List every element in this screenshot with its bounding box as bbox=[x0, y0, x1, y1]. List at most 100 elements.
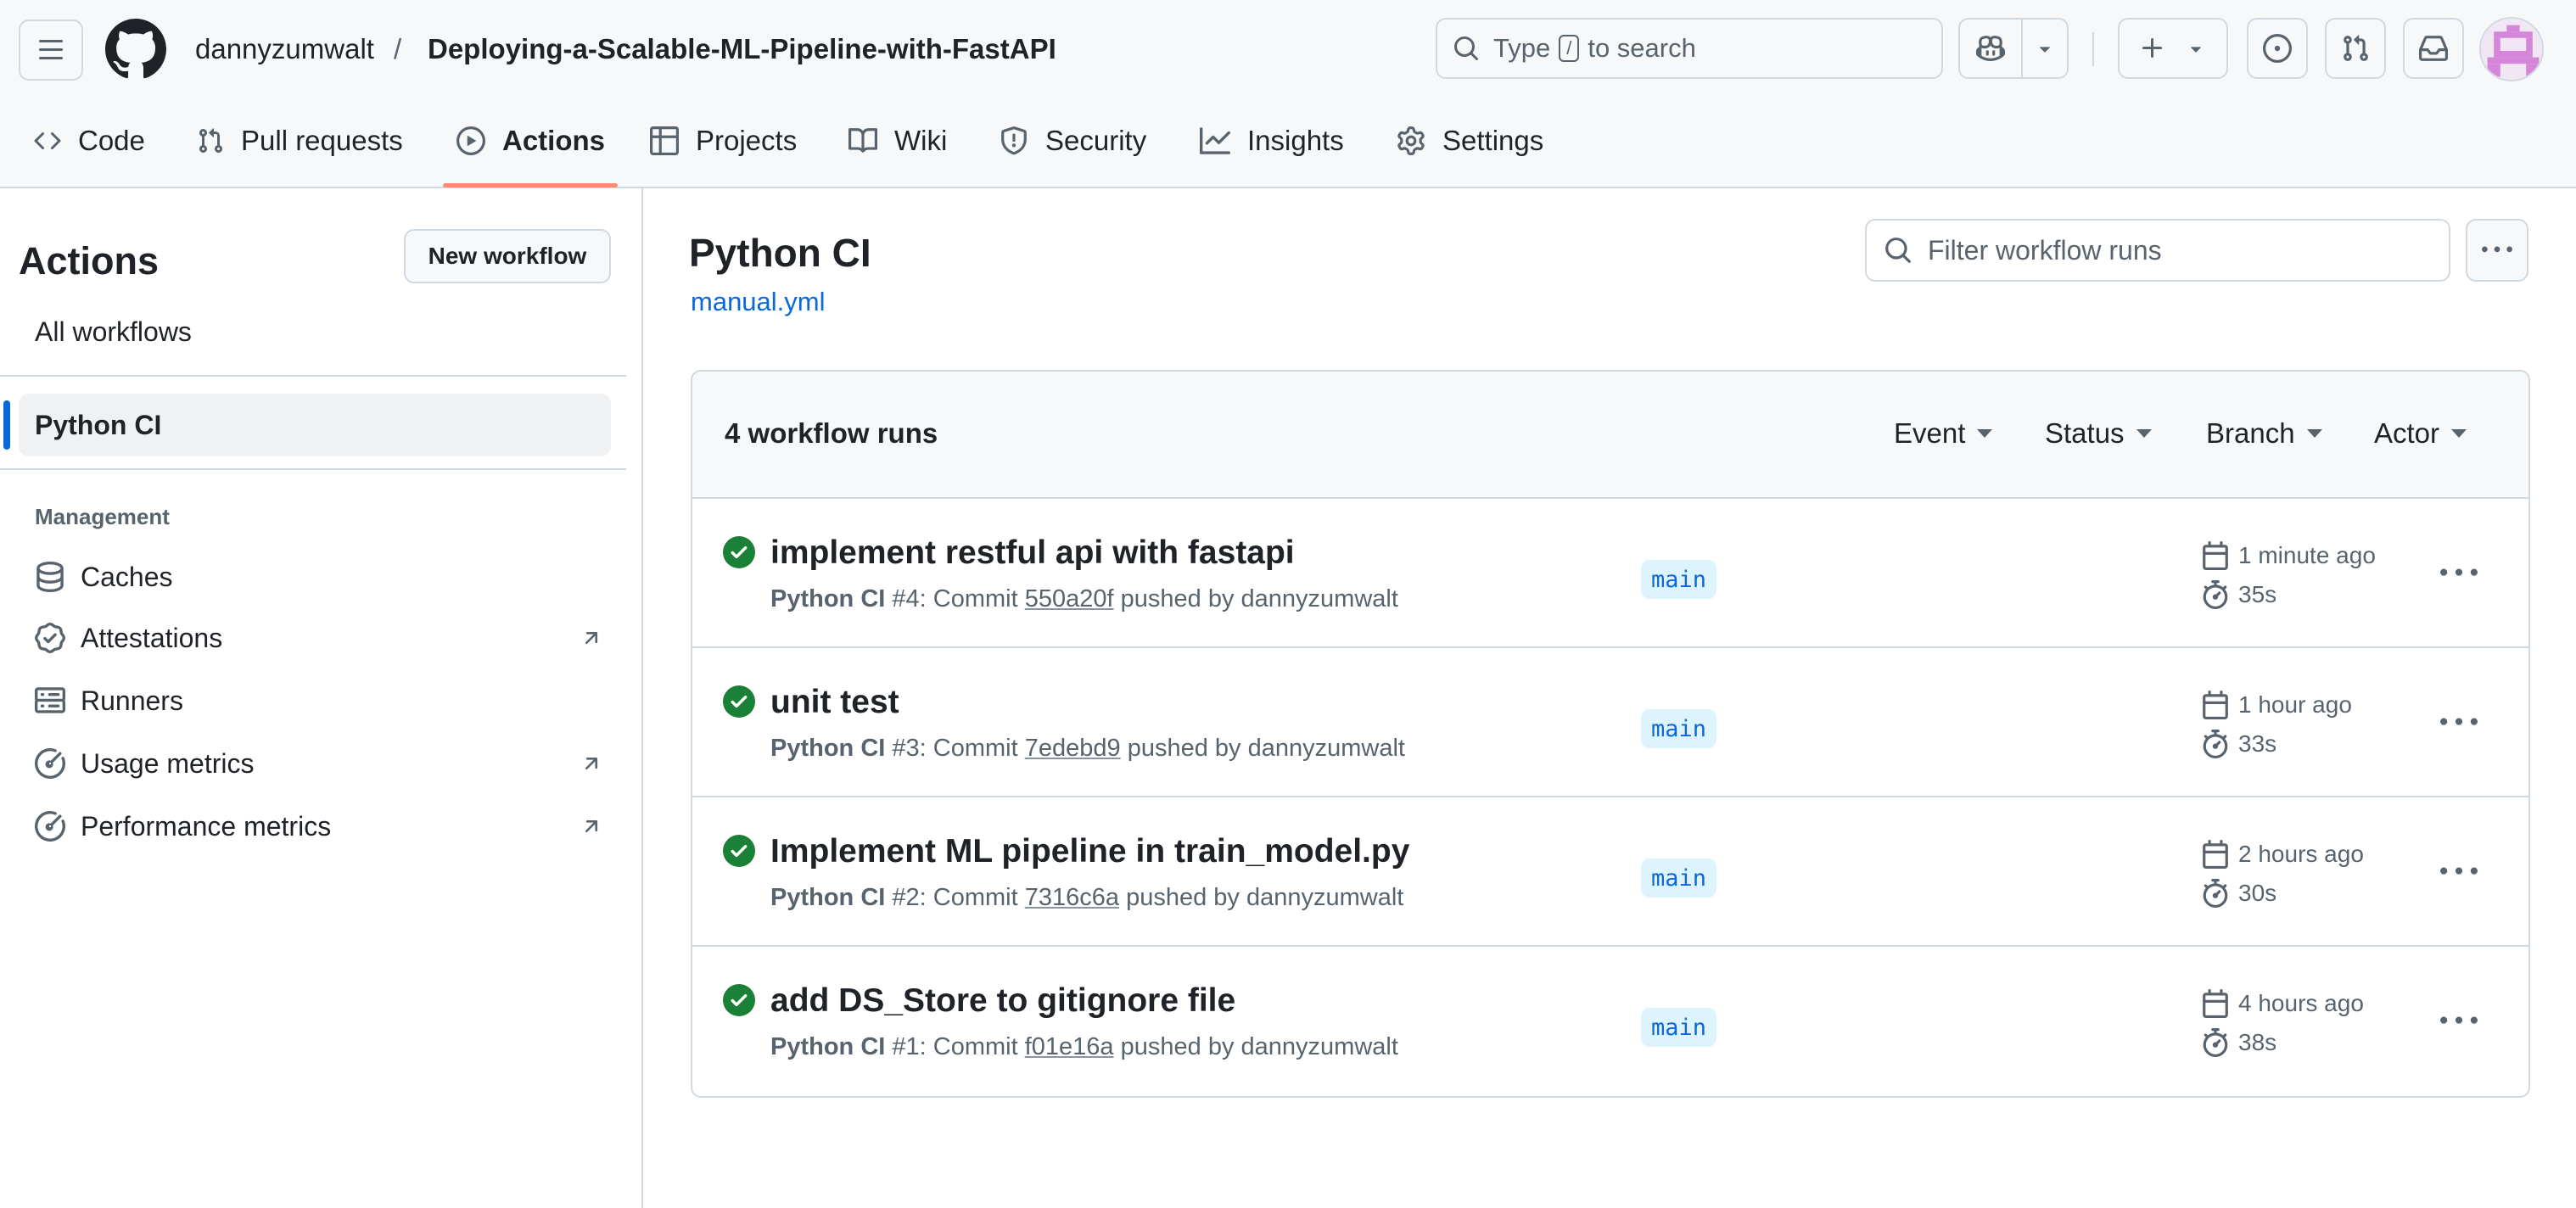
branch-label[interactable]: main bbox=[1641, 1008, 1717, 1047]
calendar-icon bbox=[2201, 541, 2230, 570]
copilot-dropdown-button[interactable] bbox=[2023, 20, 2067, 77]
run-number: #3 bbox=[892, 735, 920, 762]
status-filter-label: Status bbox=[2045, 417, 2125, 449]
triangle-down-icon bbox=[2136, 429, 2152, 438]
global-search-input[interactable]: Type / to search bbox=[1436, 18, 1943, 79]
workflow-menu-button[interactable] bbox=[2466, 219, 2528, 282]
commit-sha-link[interactable]: 7316c6a bbox=[1025, 884, 1119, 911]
triangle-down-icon bbox=[1977, 429, 1993, 438]
run-title[interactable]: Implement ML pipeline in train_model.py bbox=[770, 831, 1409, 872]
workflow-run-row[interactable]: Implement ML pipeline in train_model.py … bbox=[692, 797, 2528, 947]
run-workflow-name: Python CI bbox=[770, 884, 886, 911]
create-new-button[interactable] bbox=[2118, 18, 2228, 79]
run-title[interactable]: implement restful api with fastapi bbox=[770, 533, 1295, 573]
run-meta: Python CI #3: Commit 7edebd9 pushed by d… bbox=[770, 735, 1405, 762]
workflow-run-row[interactable]: add DS_Store to gitignore file Python CI… bbox=[692, 947, 2528, 1096]
your-issues-button[interactable] bbox=[2247, 18, 2308, 79]
meter-icon bbox=[35, 748, 65, 779]
arrow-up-right-icon bbox=[580, 814, 603, 838]
sidebar-item-label: Performance metrics bbox=[81, 810, 332, 842]
notifications-button[interactable] bbox=[2403, 18, 2464, 79]
run-author[interactable]: dannyzumwalt bbox=[1248, 735, 1405, 762]
status-filter-dropdown[interactable]: Status bbox=[2045, 417, 2152, 450]
run-workflow-name: Python CI bbox=[770, 585, 886, 612]
run-meta: Python CI #2: Commit 7316c6a pushed by d… bbox=[770, 884, 1404, 911]
triangle-down-icon bbox=[2451, 429, 2467, 438]
meter-icon bbox=[35, 811, 65, 842]
actor-filter-dropdown[interactable]: Actor bbox=[2374, 417, 2467, 450]
sidebar-item-all-workflows[interactable]: All workflows bbox=[35, 312, 192, 351]
commit-sha-link[interactable]: 550a20f bbox=[1025, 585, 1114, 612]
branch-label[interactable]: main bbox=[1641, 858, 1717, 898]
run-author[interactable]: dannyzumwalt bbox=[1241, 1033, 1398, 1060]
sidebar-item-label: Caches bbox=[81, 561, 173, 592]
kebab-horizontal-icon[interactable] bbox=[2440, 853, 2478, 891]
workflow-file-link[interactable]: manual.yml bbox=[691, 287, 826, 317]
filter-workflow-runs-input[interactable]: Filter workflow runs bbox=[1865, 219, 2450, 282]
tab-settings[interactable]: Settings bbox=[1397, 115, 1543, 166]
code-icon bbox=[34, 127, 61, 154]
your-pull-requests-button[interactable] bbox=[2325, 18, 2386, 79]
run-title[interactable]: add DS_Store to gitignore file bbox=[770, 981, 1235, 1021]
run-duration: 35s bbox=[2201, 580, 2276, 609]
run-duration-value: 35s bbox=[2238, 581, 2277, 607]
workflow-run-row[interactable]: implement restful api with fastapi Pytho… bbox=[692, 499, 2528, 648]
git-pull-request-icon bbox=[2341, 34, 2370, 63]
stopwatch-icon bbox=[2201, 580, 2230, 609]
sidebar-item-usage-metrics[interactable]: Usage metrics bbox=[35, 740, 603, 787]
stopwatch-icon bbox=[2201, 1028, 2230, 1057]
tab-pull-requests[interactable]: Pull requests bbox=[197, 115, 403, 166]
check-circle-fill-icon bbox=[723, 685, 755, 718]
event-filter-dropdown[interactable]: Event bbox=[1894, 417, 1993, 450]
run-number: #4 bbox=[892, 585, 920, 612]
sidebar-item-attestations[interactable]: Attestations bbox=[35, 614, 603, 662]
workflow-runs-list: 4 workflow runs Event Status Branch Acto… bbox=[691, 370, 2530, 1098]
play-icon bbox=[456, 126, 485, 155]
user-avatar[interactable] bbox=[2479, 17, 2544, 81]
new-workflow-button[interactable]: New workflow bbox=[404, 229, 611, 283]
run-author[interactable]: dannyzumwalt bbox=[1246, 884, 1403, 911]
open-menu-button[interactable] bbox=[19, 20, 83, 81]
shield-icon bbox=[1000, 126, 1028, 155]
kebab-horizontal-icon[interactable] bbox=[2440, 1003, 2478, 1040]
sidebar-item-runners[interactable]: Runners bbox=[35, 677, 603, 724]
tab-code[interactable]: Code bbox=[34, 115, 145, 166]
breadcrumb-owner[interactable]: dannyzumwalt bbox=[195, 31, 374, 68]
runs-count: 4 workflow runs bbox=[725, 417, 938, 449]
sidebar-item-performance-metrics[interactable]: Performance metrics bbox=[35, 803, 603, 850]
git-pull-request-icon bbox=[197, 127, 224, 154]
workflow-run-row[interactable]: unit test Python CI #3: Commit 7edebd9 p… bbox=[692, 648, 2528, 797]
tab-insights[interactable]: Insights bbox=[1200, 115, 1344, 166]
commit-sha-link[interactable]: 7edebd9 bbox=[1025, 735, 1121, 762]
commit-sha-link[interactable]: f01e16a bbox=[1025, 1033, 1114, 1060]
tab-actions[interactable]: Actions bbox=[456, 115, 605, 166]
kebab-horizontal-icon[interactable] bbox=[2440, 704, 2478, 741]
table-icon bbox=[650, 126, 679, 155]
check-circle-fill-icon bbox=[723, 984, 755, 1016]
branch-label[interactable]: main bbox=[1641, 709, 1717, 748]
tab-projects[interactable]: Projects bbox=[650, 115, 797, 166]
sidebar-item-caches[interactable]: Caches bbox=[35, 553, 603, 601]
run-workflow-name: Python CI bbox=[770, 1033, 886, 1060]
search-icon bbox=[1453, 35, 1480, 62]
branch-filter-dropdown[interactable]: Branch bbox=[2206, 417, 2322, 450]
run-duration-value: 33s bbox=[2238, 730, 2277, 757]
run-title[interactable]: unit test bbox=[770, 682, 899, 723]
top-bar: dannyzumwalt / Deploying-a-Scalable-ML-P… bbox=[0, 0, 2576, 100]
run-author[interactable]: dannyzumwalt bbox=[1241, 585, 1398, 612]
verified-icon bbox=[35, 623, 65, 653]
branch-label[interactable]: main bbox=[1641, 560, 1717, 599]
triangle-down-icon bbox=[2306, 429, 2322, 438]
github-logo-icon[interactable] bbox=[105, 19, 166, 80]
arrow-up-right-icon bbox=[580, 752, 603, 775]
kebab-horizontal-icon[interactable] bbox=[2440, 555, 2478, 592]
stopwatch-icon bbox=[2201, 730, 2230, 758]
breadcrumb-repo[interactable]: Deploying-a-Scalable-ML-Pipeline-with-Fa… bbox=[428, 31, 1056, 68]
run-duration: 30s bbox=[2201, 879, 2276, 908]
copilot-button[interactable] bbox=[1960, 20, 2023, 77]
actions-sidebar: Actions New workflow All workflows Pytho… bbox=[0, 188, 643, 1208]
run-number: #1 bbox=[892, 1033, 920, 1060]
tab-wiki[interactable]: Wiki bbox=[848, 115, 947, 166]
sidebar-item-python-ci[interactable]: Python CI bbox=[19, 394, 611, 456]
tab-security[interactable]: Security bbox=[1000, 115, 1146, 166]
